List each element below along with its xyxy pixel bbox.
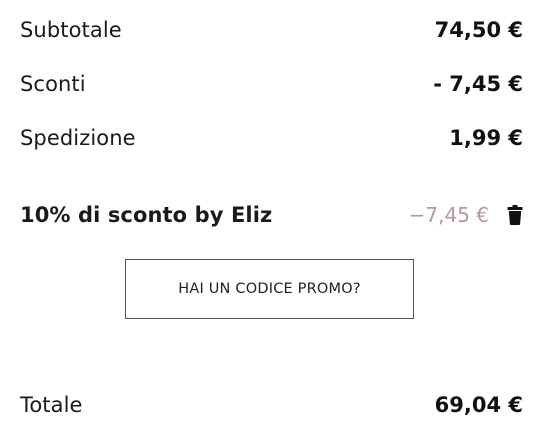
shipping-label: Spedizione	[20, 126, 136, 150]
applied-promo-value: −7,45 €	[408, 203, 489, 227]
discounts-row: Sconti - 7,45 €	[20, 72, 523, 96]
trash-icon[interactable]	[507, 205, 523, 225]
subtotal-label: Subtotale	[20, 18, 122, 42]
discounts-value: - 7,45 €	[433, 72, 523, 96]
subtotal-row: Subtotale 74,50 €	[20, 18, 523, 42]
total-row: Totale 69,04 €	[20, 393, 523, 417]
discounts-label: Sconti	[20, 72, 86, 96]
applied-promo-row: 10% di sconto by Eliz −7,45 €	[20, 203, 523, 227]
subtotal-value: 74,50 €	[434, 18, 523, 42]
applied-promo-actions: −7,45 €	[409, 203, 523, 227]
applied-promo-label: 10% di sconto by Eliz	[20, 203, 273, 227]
total-value: 69,04 €	[434, 393, 523, 417]
promo-code-button[interactable]: HAI UN CODICE PROMO?	[125, 259, 414, 319]
shipping-value: 1,99 €	[449, 126, 523, 150]
total-label: Totale	[20, 393, 83, 417]
shipping-row: Spedizione 1,99 €	[20, 126, 523, 150]
